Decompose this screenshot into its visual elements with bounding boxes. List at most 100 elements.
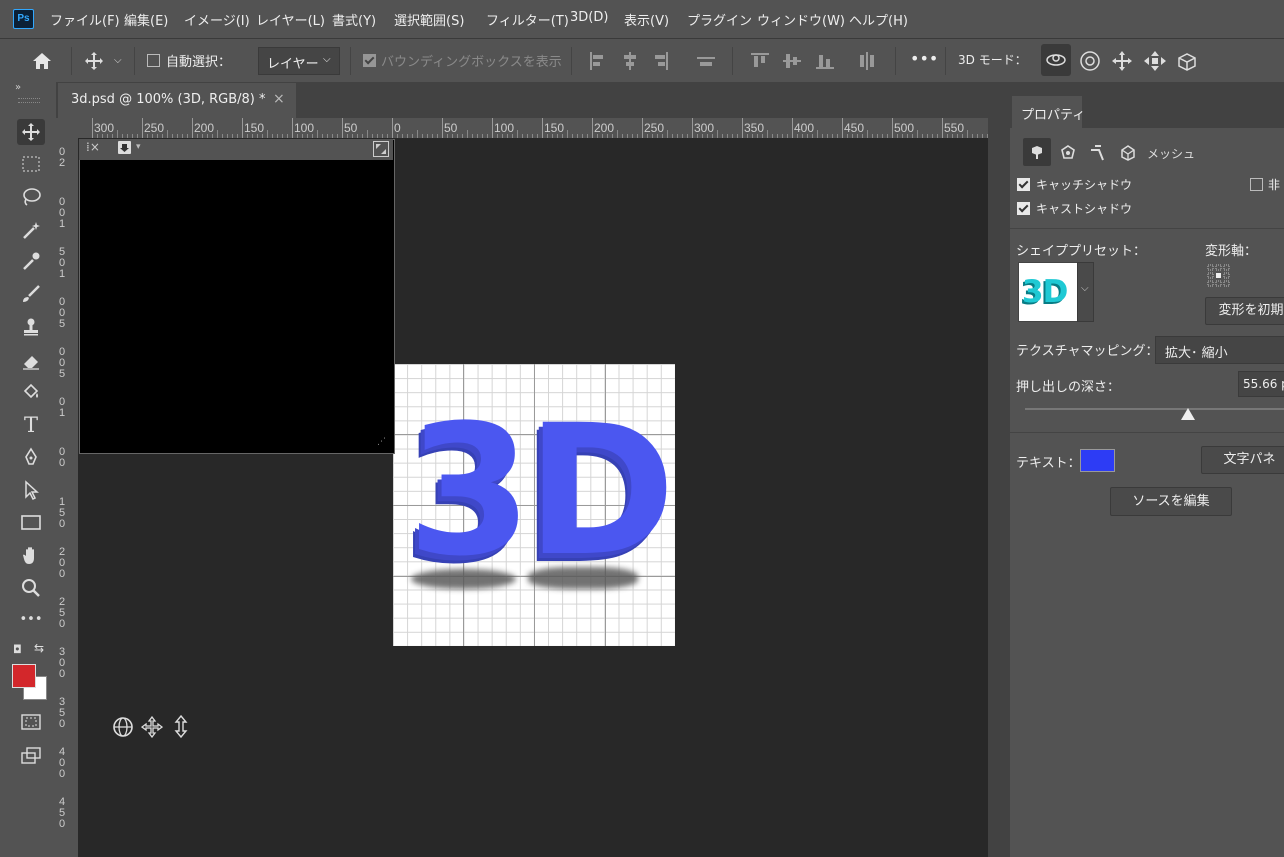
expand-toolbar-icon[interactable]: »: [15, 82, 21, 93]
default-colors-icon[interactable]: ◘: [13, 643, 22, 656]
toolbar-grip[interactable]: [18, 98, 40, 103]
path-selection-tool-icon[interactable]: [17, 477, 45, 503]
menu-type[interactable]: 書式(Y): [332, 10, 376, 29]
3d-secondary-view[interactable]: [79, 139, 395, 454]
horizontal-ruler[interactable]: 300 250 200 150 100 50 0 50 100 150 200 250 300 350 40…: [78, 118, 988, 138]
ruler-label: 0: [59, 718, 66, 730]
move-tool-icon[interactable]: [17, 119, 45, 145]
extrusion-depth-slider-thumb[interactable]: [1181, 408, 1196, 420]
deform-icon[interactable]: [1059, 144, 1077, 162]
scene-mode-button[interactable]: [1023, 138, 1051, 166]
menu-help[interactable]: ヘルプ(H): [849, 10, 908, 29]
swap-view-icon[interactable]: [373, 141, 389, 157]
shape-preset-dropdown[interactable]: ⌵: [1077, 262, 1094, 322]
tab-properties[interactable]: プロパティ: [1012, 96, 1085, 128]
coordinates-icon[interactable]: [1119, 144, 1137, 162]
align-vertical-center-icon[interactable]: [783, 52, 801, 70]
ruler-label: 5: [59, 246, 66, 258]
menu-select[interactable]: 選択範囲(S): [394, 10, 464, 29]
dolly-camera-icon[interactable]: [172, 715, 190, 739]
hand-tool-icon[interactable]: [17, 543, 45, 569]
slide-3d-icon[interactable]: [1143, 50, 1167, 72]
menu-file[interactable]: ファイル(F): [50, 10, 120, 29]
character-panel-button[interactable]: 文字パネ: [1201, 446, 1284, 474]
quick-mask-icon[interactable]: [17, 710, 45, 736]
menu-window[interactable]: ウィンドウ(W): [757, 10, 845, 29]
ruler-label: 0: [59, 568, 66, 580]
auto-select-checkbox[interactable]: [147, 54, 160, 67]
extrusion-depth-slider-track[interactable]: [1025, 408, 1284, 410]
edit-toolbar-icon[interactable]: •••: [17, 607, 45, 633]
ruler-label: 0: [59, 307, 66, 319]
character-panel-button-label: 文字パネ: [1223, 452, 1276, 467]
chevron-down-icon[interactable]: ▾: [136, 142, 141, 152]
distribute-vertical-icon[interactable]: [858, 52, 876, 70]
drag-3d-icon[interactable]: [1111, 50, 1133, 72]
3d-text-object[interactable]: 3D: [407, 402, 676, 582]
brush-tool-icon[interactable]: [17, 281, 45, 307]
scale-3d-icon[interactable]: [1175, 50, 1199, 72]
reset-deform-button-label: 変形を初期: [1218, 303, 1284, 318]
close-tab-icon[interactable]: ×: [273, 91, 285, 107]
clone-stamp-tool-icon[interactable]: [17, 314, 45, 340]
paint-bucket-tool-icon[interactable]: [17, 379, 45, 405]
shape-preset-thumbnail[interactable]: 3D: [1018, 262, 1078, 322]
chevron-down-icon[interactable]: ⌵: [114, 55, 122, 66]
align-top-icon[interactable]: [751, 52, 769, 70]
ruler-label: 0: [59, 196, 66, 208]
deform-axis-grid[interactable]: [1207, 264, 1231, 288]
cap-icon[interactable]: [1089, 144, 1107, 162]
screen-mode-icon[interactable]: [17, 743, 45, 769]
align-left-icon[interactable]: [589, 52, 605, 70]
menu-image[interactable]: イメージ(I): [184, 10, 250, 29]
resize-grip-icon[interactable]: ⋰: [377, 437, 386, 447]
hidden-checkbox[interactable]: [1250, 178, 1263, 191]
pan-camera-icon[interactable]: [141, 716, 163, 738]
marquee-tool-icon[interactable]: [17, 152, 45, 178]
edit-source-button[interactable]: ソースを編集: [1110, 487, 1232, 516]
ruler-label: 100: [494, 121, 515, 135]
camera-select-icon[interactable]: [118, 141, 131, 154]
ruler-label: 150: [244, 121, 265, 135]
cast-shadow-checkbox[interactable]: [1017, 202, 1030, 215]
swap-colors-icon[interactable]: ⇆: [34, 641, 44, 655]
auto-select-target-select[interactable]: レイヤー ⌵: [258, 47, 340, 75]
align-bottom-icon[interactable]: [816, 52, 834, 70]
eyedropper-tool-icon[interactable]: [17, 248, 45, 274]
distribute-icon[interactable]: [697, 52, 715, 70]
artboard[interactable]: 3D: [393, 364, 676, 646]
more-options-icon[interactable]: •••: [910, 49, 938, 68]
orbit-globe-icon[interactable]: [112, 716, 134, 738]
menu-view[interactable]: 表示(V): [624, 10, 669, 29]
orbit-3d-button[interactable]: [1041, 44, 1071, 76]
pen-tool-icon[interactable]: [17, 444, 45, 470]
home-icon[interactable]: [32, 52, 52, 70]
menu-layer[interactable]: レイヤー(L): [256, 10, 325, 29]
text-color-swatch[interactable]: [1080, 449, 1115, 472]
menu-edit[interactable]: 編集(E): [124, 10, 168, 29]
roll-3d-icon[interactable]: [1079, 50, 1101, 72]
menu-plugins[interactable]: プラグイン: [687, 10, 752, 29]
lasso-tool-icon[interactable]: [17, 184, 45, 210]
type-tool-icon[interactable]: T: [17, 412, 45, 438]
rectangle-tool-icon[interactable]: [17, 510, 45, 536]
texture-mapping-select[interactable]: 拡大･ 縮小: [1155, 336, 1284, 364]
align-right-icon[interactable]: [653, 52, 669, 70]
move-tool-icon[interactable]: [84, 51, 104, 71]
extrusion-depth-field[interactable]: 55.66 p: [1238, 371, 1284, 397]
vertical-ruler[interactable]: 020015010050050100150200250300350400450: [56, 138, 78, 857]
eraser-tool-icon[interactable]: [17, 348, 45, 374]
close-view-icon[interactable]: ⁞×: [86, 140, 100, 154]
ruler-label: 0: [59, 618, 66, 630]
align-horizontal-center-icon[interactable]: [622, 52, 638, 70]
bounding-box-checkbox[interactable]: [363, 54, 376, 67]
zoom-tool-icon[interactable]: [17, 575, 45, 601]
ruler-major-tick: [792, 118, 793, 138]
document-tab[interactable]: 3d.psd @ 100% (3D, RGB/8) * ×: [58, 83, 296, 118]
catch-shadow-checkbox[interactable]: [1017, 178, 1030, 191]
foreground-color-swatch[interactable]: [12, 664, 36, 688]
magic-wand-tool-icon[interactable]: [17, 217, 45, 243]
menu-3d[interactable]: 3D(D): [570, 10, 608, 25]
menu-filter[interactable]: フィルター(T): [486, 10, 569, 29]
reset-deform-button[interactable]: 変形を初期: [1205, 297, 1284, 325]
